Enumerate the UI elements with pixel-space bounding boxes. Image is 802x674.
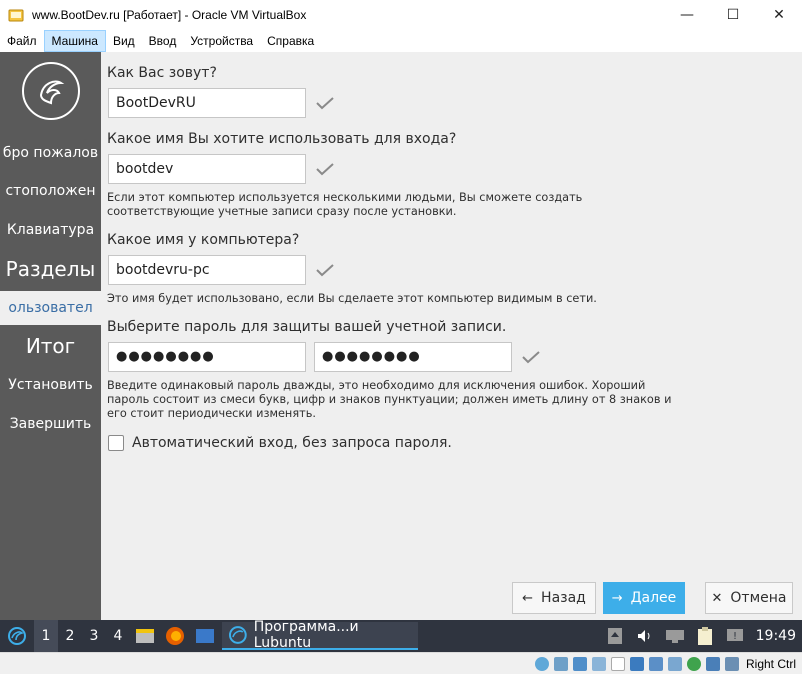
eject-icon[interactable] <box>600 620 630 652</box>
password-valid-check-icon <box>522 351 540 364</box>
clock: 19:49 <box>755 628 796 644</box>
back-button[interactable]: ← Назад <box>512 582 596 614</box>
clipboard-icon[interactable] <box>690 620 720 652</box>
password-note: Введите одинаковый пароль дважды, это не… <box>107 379 672 420</box>
network-icon[interactable] <box>660 620 690 652</box>
volume-icon[interactable] <box>630 620 660 652</box>
name-valid-check-icon <box>316 97 334 110</box>
network-adapter-icon[interactable] <box>572 657 587 671</box>
virtualization-icon[interactable] <box>686 657 701 671</box>
optical-drive-icon[interactable] <box>534 657 549 671</box>
firefox-icon[interactable] <box>160 620 190 652</box>
menu-help[interactable]: Справка <box>260 30 321 52</box>
display-icon[interactable] <box>629 657 644 671</box>
step-partitions: Разделы <box>5 257 96 281</box>
step-welcome: бро пожалов <box>2 145 99 161</box>
users-page: Как Вас зовут? BootDevRU Какое имя Вы хо… <box>101 52 802 620</box>
cancel-button[interactable]: ✕ Отмена <box>705 582 793 614</box>
name-question: Как Вас зовут? <box>107 65 217 81</box>
login-question: Какое имя Вы хотите использовать для вхо… <box>107 131 457 147</box>
menu-devices[interactable]: Устройства <box>183 30 260 52</box>
guest-taskbar: 1 2 3 4 Программа...и Lubuntu ! 19:49 <box>0 619 802 652</box>
window-titlebar: www.BootDev.ru [Работает] - Oracle VM Vi… <box>0 0 802 30</box>
password-input[interactable]: ●●●●●●●● <box>108 342 306 372</box>
usb-icon[interactable] <box>591 657 606 671</box>
next-button-label: Далее <box>630 590 677 606</box>
login-note: Если этот компьютер используется несколь… <box>107 191 583 218</box>
step-install: Установить <box>8 377 93 393</box>
full-name-input[interactable]: BootDevRU <box>108 88 306 118</box>
next-button[interactable]: → Далее <box>603 582 685 614</box>
host-key-label: Right Ctrl <box>745 657 796 671</box>
close-button[interactable]: ✕ <box>756 0 802 30</box>
desktop-1-button[interactable]: 1 <box>34 620 58 652</box>
menu-machine[interactable]: Машина <box>43 30 106 52</box>
guest-screen: бро пожалов стоположен Клавиатура Раздел… <box>0 52 802 652</box>
desktop-4-button[interactable]: 4 <box>106 620 130 652</box>
audio-icon[interactable] <box>667 657 682 671</box>
login-input[interactable]: bootdev <box>108 154 306 184</box>
lubuntu-menu-icon[interactable] <box>0 620 34 652</box>
window-title: www.BootDev.ru [Работает] - Oracle VM Vi… <box>32 8 307 22</box>
mouse-integration-icon[interactable] <box>705 657 720 671</box>
shared-folders-icon[interactable] <box>610 657 625 671</box>
desktop-2-button[interactable]: 2 <box>58 620 82 652</box>
cancel-button-label: Отмена <box>730 590 787 606</box>
close-x-icon: ✕ <box>711 590 723 606</box>
step-location: стоположен <box>5 183 96 199</box>
installer-task-label: Программа...и Lubuntu <box>253 619 359 651</box>
hostname-input[interactable]: bootdevru-pc <box>108 255 306 285</box>
step-users: ользовател <box>0 291 101 325</box>
installer-app-icon <box>228 626 247 644</box>
notification-icon[interactable]: ! <box>720 620 750 652</box>
password-question: Выберите пароль для защиты вашей учетной… <box>107 319 507 335</box>
menu-bar: Файл Машина Вид Ввод Устройства Справка <box>0 30 802 52</box>
step-finish: Завершить <box>9 416 92 432</box>
step-summary: Итог <box>25 334 76 358</box>
menu-view[interactable]: Вид <box>106 30 142 52</box>
show-desktop-icon[interactable] <box>190 620 220 652</box>
autologin-label: Автоматический вход, без запроса пароля. <box>132 435 452 451</box>
installer-task-button[interactable]: Программа...и Lubuntu <box>222 619 418 651</box>
host-key-arrow-icon <box>724 657 739 671</box>
arrow-left-icon: ← <box>522 590 534 606</box>
system-tray: ! 19:49 <box>600 620 802 652</box>
lubuntu-logo-icon <box>22 62 80 120</box>
login-valid-check-icon <box>316 163 334 176</box>
back-button-label: Назад <box>541 590 586 606</box>
vbox-status-bar: Right Ctrl <box>0 652 802 674</box>
hostname-valid-check-icon <box>316 264 334 277</box>
minimize-button[interactable]: — <box>664 0 710 30</box>
step-keyboard: Клавиатура <box>6 222 95 238</box>
maximize-button[interactable]: ☐ <box>710 0 756 30</box>
arrow-right-icon: → <box>611 590 623 606</box>
password-confirm-input[interactable]: ●●●●●●●● <box>314 342 512 372</box>
installer-sidebar: бро пожалов стоположен Клавиатура Раздел… <box>0 52 101 620</box>
file-manager-icon[interactable] <box>130 620 160 652</box>
virtualbox-icon <box>8 9 24 22</box>
autologin-checkbox[interactable] <box>108 435 124 451</box>
menu-file[interactable]: Файл <box>0 30 44 52</box>
menu-input[interactable]: Ввод <box>142 30 184 52</box>
hard-disk-icon[interactable] <box>553 657 568 671</box>
desktop-3-button[interactable]: 3 <box>82 620 106 652</box>
recording-icon[interactable] <box>648 657 663 671</box>
autologin-row[interactable]: Автоматический вход, без запроса пароля. <box>108 435 452 451</box>
hostname-note: Это имя будет использовано, если Вы сдел… <box>107 292 597 305</box>
hostname-question: Какое имя у компьютера? <box>107 232 300 248</box>
svg-text:!: ! <box>733 631 737 642</box>
